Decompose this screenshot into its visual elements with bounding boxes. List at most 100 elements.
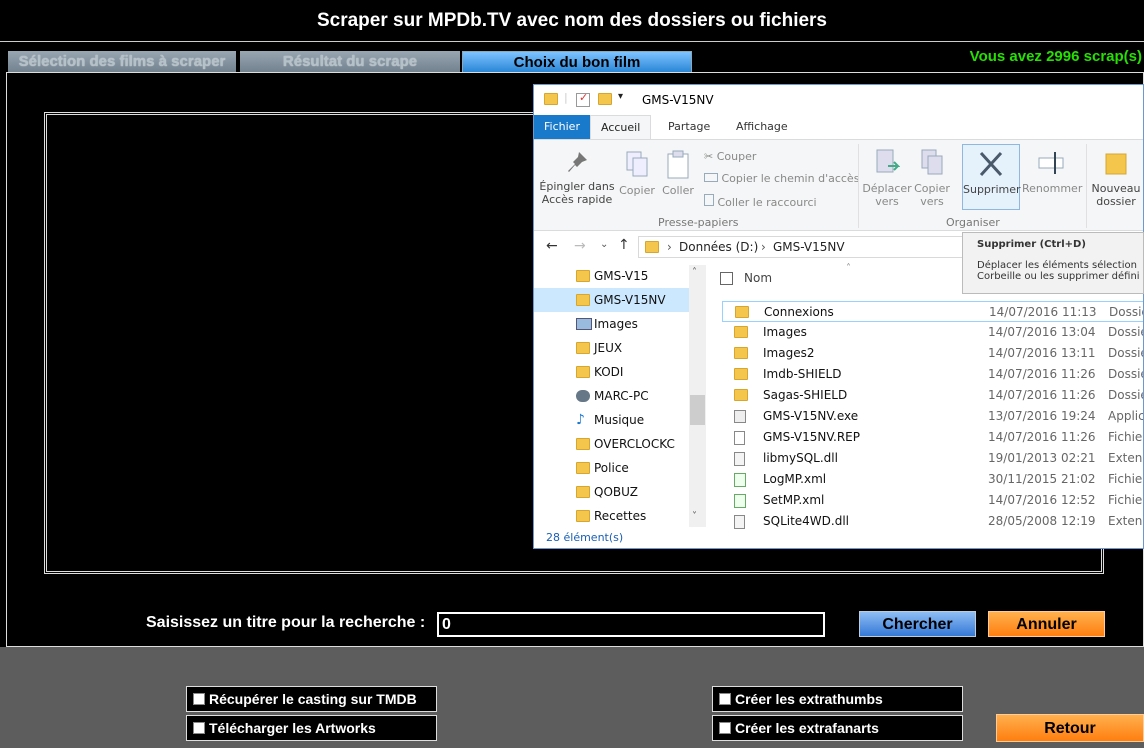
breadcrumb-chevron-icon[interactable]: › bbox=[667, 237, 672, 257]
checkbox-extrathumbs[interactable]: Créer les extrathumbs bbox=[712, 686, 963, 712]
tree-item-label: GMS-V15 bbox=[594, 269, 649, 283]
ribbon-tab-affichage[interactable]: Affichage bbox=[726, 115, 798, 139]
file-row[interactable]: SetMP.xml 14/07/2016 12:52 Fichier bbox=[722, 490, 1143, 511]
breadcrumb-folder[interactable]: GMS-V15NV bbox=[773, 237, 845, 257]
properties-icon[interactable]: ✓ bbox=[576, 91, 590, 107]
scroll-thumb[interactable] bbox=[690, 395, 705, 425]
cut-button[interactable]: ✂ Couper bbox=[704, 150, 756, 163]
select-all-checkbox[interactable] bbox=[720, 272, 733, 285]
copy-path-icon bbox=[704, 173, 718, 182]
tree-item-overclockc[interactable]: OVERCLOCKC bbox=[534, 432, 689, 456]
tree-item-label: Police bbox=[594, 461, 629, 475]
address-bar[interactable]: › Données (D:) › GMS-V15NV bbox=[638, 236, 968, 258]
tree-item-musique[interactable]: ♪ Musique bbox=[534, 408, 689, 432]
paste-shortcut-button[interactable]: Coller le raccourci bbox=[704, 194, 817, 209]
file-type: Dossier bbox=[1109, 305, 1143, 319]
folder-icon bbox=[735, 306, 749, 318]
tree-item-recettes[interactable]: Recettes bbox=[534, 504, 689, 528]
tab-choose-film[interactable]: Choix du bon film bbox=[462, 51, 692, 73]
forward-arrow-icon[interactable]: → bbox=[574, 238, 586, 254]
recent-dropdown-icon[interactable]: ⌄ bbox=[600, 239, 608, 250]
breadcrumb-drive[interactable]: Données (D:) bbox=[679, 237, 758, 257]
tree-item-gms-v15nv[interactable]: GMS-V15NV bbox=[534, 288, 689, 312]
tree-item-label: QOBUZ bbox=[594, 485, 638, 499]
file-name: Images bbox=[763, 325, 807, 339]
copy-path-button[interactable]: Copier le chemin d'accès bbox=[704, 172, 859, 185]
breadcrumb-chevron-icon[interactable]: › bbox=[761, 237, 766, 257]
pin-button[interactable]: Épingler dans Accès rapide bbox=[538, 150, 616, 206]
cancel-button[interactable]: Annuler bbox=[988, 611, 1105, 637]
delete-label: Supprimer bbox=[963, 183, 1021, 196]
file-name: Images2 bbox=[763, 346, 815, 360]
xml-icon bbox=[734, 473, 746, 487]
checkbox-casting-tmdb[interactable]: Récupérer le casting sur TMDB bbox=[186, 686, 437, 712]
checkbox-icon[interactable] bbox=[193, 722, 205, 734]
app-title: Scraper sur MPDb.TV avec nom des dossier… bbox=[0, 0, 1144, 42]
tree-item-gms-v15[interactable]: GMS-V15 bbox=[534, 264, 689, 288]
folder-icon bbox=[645, 241, 659, 253]
file-row[interactable]: Images2 14/07/2016 13:11 Dossier bbox=[722, 343, 1143, 364]
copy-to-button[interactable]: Copier vers bbox=[912, 148, 952, 208]
file-row[interactable]: Images 14/07/2016 13:04 Dossier bbox=[722, 322, 1143, 343]
column-header-name[interactable]: Nom bbox=[744, 271, 772, 285]
tree-item-qobuz[interactable]: QOBUZ bbox=[534, 480, 689, 504]
checkbox-icon[interactable] bbox=[193, 693, 205, 705]
file-row[interactable]: LogMP.xml 30/11/2015 21:02 Fichier bbox=[722, 469, 1143, 490]
pin-icon bbox=[568, 152, 587, 172]
exe-icon bbox=[734, 410, 746, 423]
file-row[interactable]: Imdb-SHIELD 14/07/2016 11:26 Dossier bbox=[722, 364, 1143, 385]
tree-scrollbar[interactable]: ˄ ˅ bbox=[689, 265, 706, 527]
tree-item-label: JEUX bbox=[594, 341, 623, 355]
back-arrow-icon[interactable]: ← bbox=[546, 238, 558, 254]
copy-icon bbox=[626, 151, 648, 177]
file-row[interactable]: SQLite4WD.dll 28/05/2008 12:19 Extensi bbox=[722, 511, 1143, 532]
sort-up-icon: ˄ bbox=[846, 263, 851, 274]
folder-icon bbox=[576, 342, 590, 354]
file-date: 14/07/2016 13:04 bbox=[988, 325, 1096, 339]
rename-button[interactable]: Renommer bbox=[1022, 148, 1083, 195]
file-row[interactable]: GMS-V15NV.REP 14/07/2016 11:26 Fichier bbox=[722, 427, 1143, 448]
file-row[interactable]: GMS-V15NV.exe 13/07/2016 19:24 Applica bbox=[722, 406, 1143, 427]
file-explorer-window: | ✓ ▾ GMS-V15NV Fichier Accueil Partage … bbox=[533, 84, 1144, 549]
move-to-label: Déplacer vers bbox=[862, 182, 912, 208]
scissors-icon: ✂ bbox=[704, 150, 714, 163]
scroll-down-icon[interactable]: ˅ bbox=[692, 511, 697, 522]
file-row[interactable]: Connexions 14/07/2016 11:13 Dossier bbox=[722, 301, 1143, 322]
back-button[interactable]: Retour bbox=[996, 714, 1144, 742]
search-input[interactable]: 0 bbox=[437, 612, 825, 637]
quick-access-dropdown-icon[interactable]: ▾ bbox=[618, 91, 623, 102]
move-to-button[interactable]: Déplacer vers bbox=[862, 148, 912, 208]
ribbon-tab-accueil[interactable]: Accueil bbox=[590, 115, 652, 139]
tree-item-police[interactable]: Police bbox=[534, 456, 689, 480]
copy-button[interactable]: Copier bbox=[618, 150, 656, 197]
file-name: SetMP.xml bbox=[763, 493, 825, 507]
checkbox-download-artworks[interactable]: Télécharger les Artworks bbox=[186, 715, 437, 741]
tab-selection[interactable]: Sélection des films à scraper bbox=[8, 51, 236, 73]
ribbon-tab-partage[interactable]: Partage bbox=[658, 115, 720, 139]
file-name: LogMP.xml bbox=[763, 472, 827, 486]
tree-item-jeux[interactable]: JEUX bbox=[534, 336, 689, 360]
up-arrow-icon[interactable]: ↑ bbox=[618, 237, 630, 253]
new-folder-quick-icon[interactable] bbox=[598, 93, 612, 105]
checkbox-icon[interactable] bbox=[719, 722, 731, 734]
rename-label: Renommer bbox=[1022, 182, 1083, 195]
tab-result[interactable]: Résultat du scrape bbox=[240, 51, 460, 73]
file-date: 19/01/2013 02:21 bbox=[988, 451, 1096, 465]
paste-button[interactable]: Coller bbox=[660, 150, 696, 197]
ribbon-tab-fichier[interactable]: Fichier bbox=[534, 115, 590, 139]
search-button[interactable]: Chercher bbox=[859, 611, 976, 637]
ribbon-separator bbox=[1086, 144, 1087, 228]
file-row[interactable]: Sagas-SHIELD 14/07/2016 11:26 Dossier bbox=[722, 385, 1143, 406]
separator: | bbox=[564, 91, 568, 104]
tree-item-images[interactable]: Images bbox=[534, 312, 689, 336]
file-name: GMS-V15NV.exe bbox=[763, 409, 859, 423]
music-icon: ♪ bbox=[576, 412, 585, 428]
tree-item-kodi[interactable]: KODI bbox=[534, 360, 689, 384]
checkbox-icon[interactable] bbox=[719, 693, 731, 705]
scroll-up-icon[interactable]: ˄ bbox=[692, 267, 697, 278]
checkbox-extrafanarts[interactable]: Créer les extrafanarts bbox=[712, 715, 963, 741]
file-row[interactable]: libmySQL.dll 19/01/2013 02:21 Extensi bbox=[722, 448, 1143, 469]
delete-button[interactable]: Supprimer bbox=[962, 144, 1021, 210]
new-folder-button[interactable]: Nouveau dossier bbox=[1090, 148, 1142, 208]
tree-item-marc-pc[interactable]: MARC-PC bbox=[534, 384, 689, 408]
